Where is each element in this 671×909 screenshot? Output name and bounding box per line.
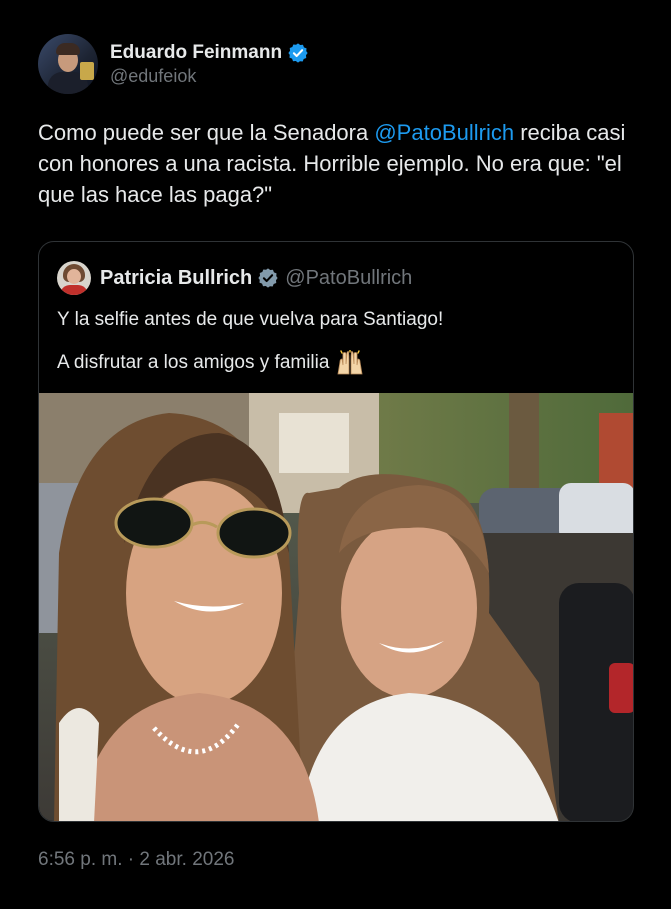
author-avatar[interactable] [38, 34, 98, 94]
author-name[interactable]: Eduardo Feinmann [110, 42, 282, 64]
tweet-header: Eduardo Feinmann @edufeiok [38, 34, 309, 94]
author-handle[interactable]: @edufeiok [110, 66, 309, 87]
quoted-author-name: Patricia Bullrich [100, 266, 253, 289]
quoted-header: Patricia Bullrich @PatoBullrich [57, 261, 412, 295]
tweet-text: Como puede ser que la Senadora @PatoBull… [38, 117, 638, 210]
quoted-author-handle: @PatoBullrich [285, 266, 413, 289]
mention-link[interactable]: @PatoBullrich [374, 120, 514, 145]
tweet-text-start: Como puede ser que la Senadora [38, 120, 375, 145]
quoted-text-line-2: A disfrutar a los amigos y familia [57, 350, 365, 376]
quoted-verified-badge-icon [257, 267, 279, 289]
author-names: Eduardo Feinmann @edufeiok [110, 42, 309, 87]
selfie-photo[interactable] [39, 393, 633, 821]
quoted-tweet[interactable]: Patricia Bullrich @PatoBullrich Y la sel… [38, 241, 634, 822]
quoted-text-line-2-text: A disfrutar a los amigos y familia [57, 352, 330, 373]
verified-badge-icon [287, 42, 309, 64]
quoted-avatar [57, 261, 91, 295]
raising-hands-icon [335, 350, 365, 376]
quoted-text-line-1: Y la selfie antes de que vuelva para San… [57, 309, 444, 330]
tweet-timestamp[interactable]: 6:56 p. m. · 2 abr. 2026 [38, 849, 234, 871]
